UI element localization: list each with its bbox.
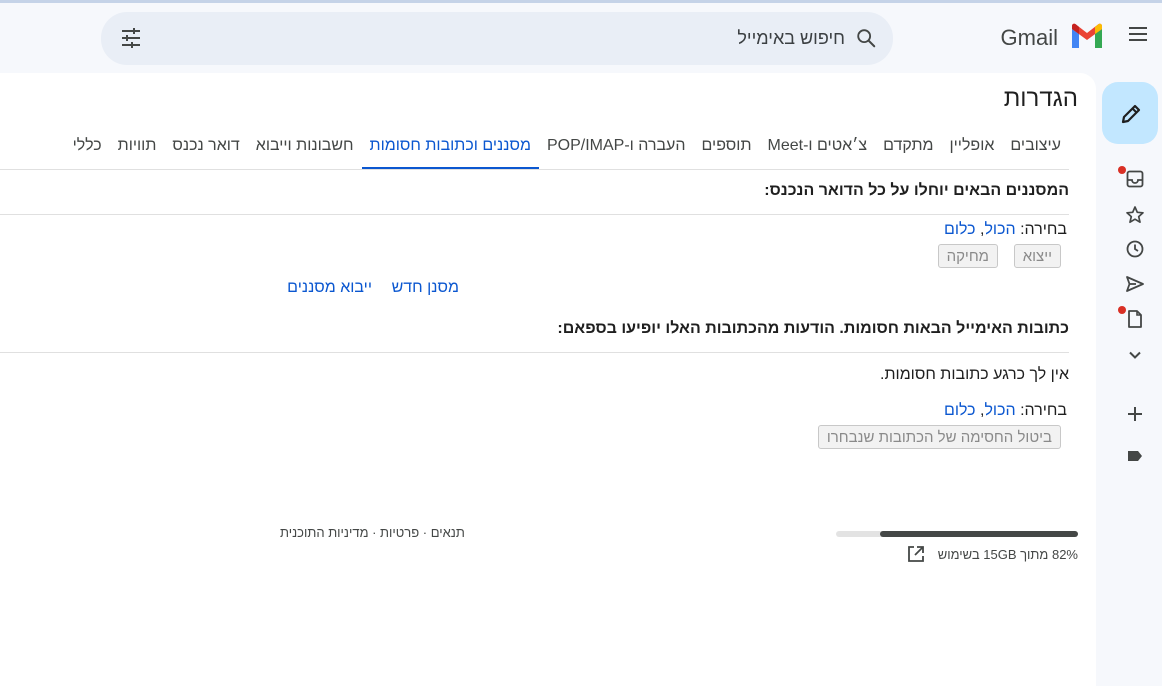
search-bar [101,12,893,65]
star-icon[interactable] [1125,205,1145,225]
gmail-logo-icon[interactable] [1070,23,1104,49]
select-none-blocked-link[interactable]: כלום [944,402,976,419]
tab-offline[interactable]: אופליין [941,129,1002,170]
clock-icon[interactable] [1125,239,1145,259]
tab-chat-meet[interactable]: צ׳אטים ו-Meet [760,129,876,170]
tab-inbox[interactable]: דואר נכנס [164,129,247,170]
select-label: בחירה: [1020,221,1067,238]
chevron-down-icon[interactable] [1125,345,1145,365]
footer-links[interactable]: תנאים · פרטיות · מדיניות התוכנית [280,525,465,540]
page-title: הגדרות [1003,85,1078,112]
select-label: בחירה: [1020,402,1067,419]
filters-divider [0,214,1069,215]
header: Gmail [0,3,1162,73]
select-all-filters-link[interactable]: הכול [984,221,1015,238]
tab-filters-blocked[interactable]: מסננים וכתובות חסומות [361,129,539,170]
select-all-blocked-link[interactable]: הכול [984,402,1015,419]
send-icon[interactable] [1125,274,1145,294]
draft-icon[interactable] [1125,309,1145,329]
open-external-icon[interactable] [907,545,925,563]
import-filters-link[interactable]: ייבוא מסננים [287,279,372,297]
tab-advanced[interactable]: מתקדם [875,129,941,170]
plus-icon[interactable] [1125,404,1145,424]
tab-addons[interactable]: תוספים [694,129,760,170]
settings-tabs: כללי תוויות דואר נכנס חשבונות וייבוא מסנ… [65,129,1069,170]
main-menu-button[interactable] [1126,23,1150,47]
menu-icon-line [1129,27,1147,29]
inbox-notification-dot [1118,166,1126,174]
storage-usage-text: 82% מתוך 15GB בשימוש [937,547,1078,562]
search-icon[interactable] [855,27,877,49]
blocked-select-row: בחירה: הכול, כלום [944,402,1067,420]
storage-usage-fill [879,531,1078,537]
gmail-logo-text: Gmail [1000,25,1058,50]
side-rail [1096,73,1162,686]
unblock-selected-button[interactable]: ביטול החסימה של הכתובות שנבחרו [817,425,1061,449]
storage-usage-bar [836,531,1078,537]
pencil-icon [1121,104,1141,124]
no-blocked-text: אין לך כרגע כתובות חסומות. [880,366,1069,383]
label-icon[interactable] [1125,446,1145,466]
tab-general[interactable]: כללי [65,129,110,170]
inbox-icon[interactable] [1125,169,1145,189]
blocked-heading: כתובות האימייל הבאות חסומות. הודעות מהכת… [557,320,1069,337]
blocked-divider [0,352,1069,353]
settings-panel: הגדרות כללי תוויות דואר נכנס חשבונות ויי… [0,73,1096,686]
tab-accounts-import[interactable]: חשבונות וייבוא [248,129,362,170]
tab-labels[interactable]: תוויות [110,129,165,170]
select-none-filters-link[interactable]: כלום [944,221,976,238]
export-filters-button[interactable]: ייצוא [1013,244,1061,268]
delete-filters-button[interactable]: מחיקה [937,244,998,268]
menu-icon-line [1129,33,1147,35]
tabs-divider [0,169,1069,170]
filters-select-row: בחירה: הכול, כלום [944,221,1067,239]
menu-icon-line [1129,39,1147,41]
tab-forwarding-pop-imap[interactable]: העברה ו-POP/IMAP [539,129,694,170]
new-filter-link[interactable]: מסנן חדש [392,279,459,297]
search-options-icon[interactable] [119,26,143,50]
filters-heading: המסננים הבאים יוחלו על כל הדואר הנכנס: [764,182,1069,199]
tab-themes[interactable]: עיצובים [1002,129,1069,170]
compose-button[interactable] [1102,82,1158,144]
search-input[interactable] [205,26,845,50]
drafts-notification-dot [1118,306,1126,314]
